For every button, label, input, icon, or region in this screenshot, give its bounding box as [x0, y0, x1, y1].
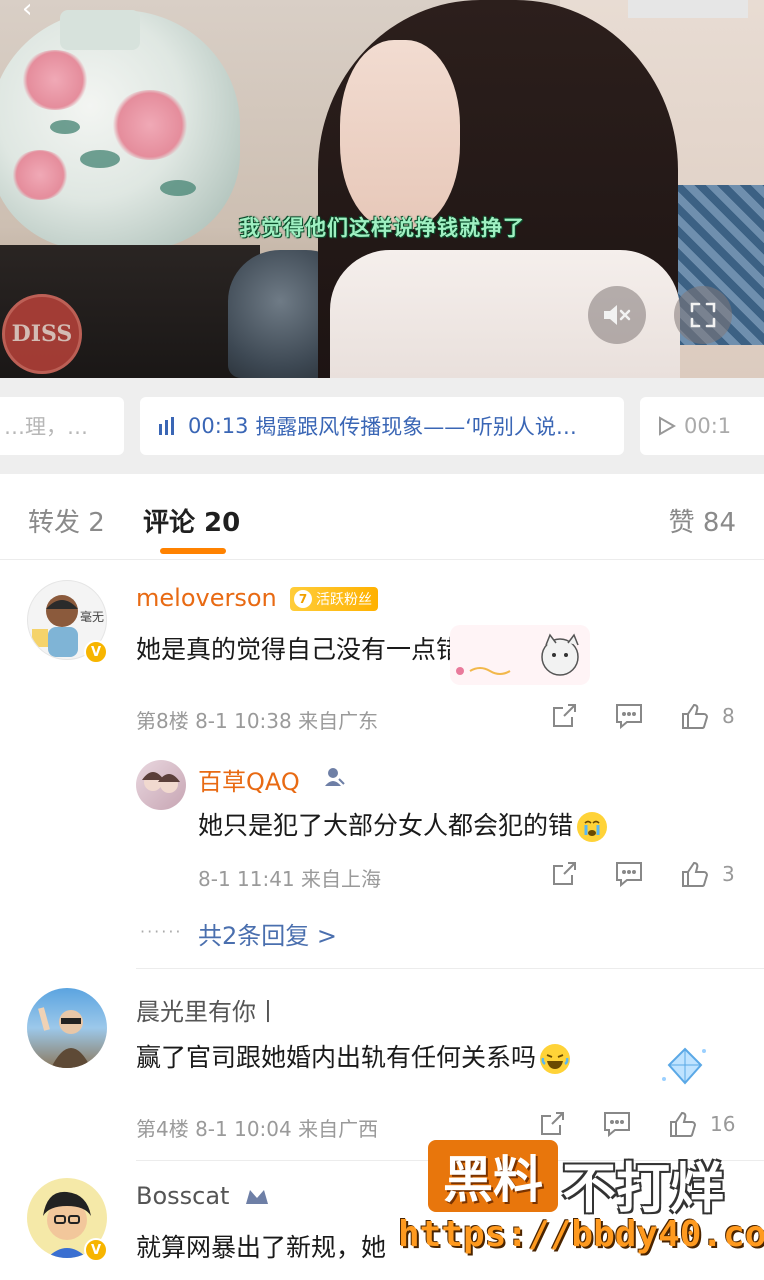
reply-button[interactable] — [614, 702, 644, 730]
chapter-chip-active[interactable]: 00:13 揭露跟风传播现象——‘听别人说… — [140, 397, 624, 455]
reply-meta: 8-1 11:41 来自上海 — [198, 867, 382, 891]
comment-username[interactable]: meloverson — [136, 584, 277, 612]
comment-username[interactable]: 晨光里有你丨 — [136, 992, 280, 1027]
comment-text: 就算网暴出了新规，她 — [136, 1233, 387, 1262]
play-icon — [659, 416, 676, 436]
verified-badge-icon: V — [84, 1238, 108, 1262]
thumbs-up-icon — [670, 1111, 697, 1137]
comment-icon — [616, 862, 642, 888]
share-icon — [553, 704, 576, 727]
like-count: 16 — [710, 1112, 736, 1136]
share-button[interactable] — [538, 1110, 566, 1138]
tab-likes[interactable]: 赞 84 — [669, 502, 736, 539]
chapter-chip[interactable]: 00:1 — [640, 397, 764, 455]
more-replies-link[interactable]: 共2条回复 > — [198, 916, 337, 951]
comment-icon — [616, 704, 642, 730]
channel-logo: DISS — [2, 294, 82, 374]
watermark-badge: 黑料 — [428, 1140, 558, 1212]
member-icon — [246, 1190, 268, 1204]
active-tab-indicator — [160, 548, 226, 554]
reply-actions: 3 — [550, 860, 735, 888]
thumbs-up-icon — [682, 703, 709, 729]
chapter-time: 00:13 — [188, 414, 249, 438]
comment-meta: 第8楼 8-1 10:38 来自广东 — [136, 709, 379, 733]
comment-actions: 16 — [538, 1110, 735, 1138]
fullscreen-button[interactable] — [674, 286, 732, 344]
mute-icon — [604, 305, 631, 325]
tab-forward[interactable]: 转发 2 — [28, 502, 105, 539]
verified-badge-icon: V — [84, 640, 108, 664]
reply-text: 她只是犯了大部分女人都会犯的错 — [198, 806, 608, 842]
comment-divider — [136, 968, 764, 969]
fan-badge-label: 活跃粉丝 — [316, 592, 372, 608]
fan-badge: 7 活跃粉丝 — [290, 587, 378, 611]
diamond-sticker-icon — [662, 1047, 706, 1085]
video-player[interactable]: ‹ 我觉得他们这样说挣钱就挣了 DISS — [0, 0, 764, 378]
back-icon[interactable]: ‹ — [22, 0, 32, 24]
fullscreen-icon — [690, 302, 716, 328]
watermark-text: 不打烊 — [562, 1157, 724, 1220]
comment-text: 她是真的觉得自己没有一点错 — [136, 635, 462, 664]
svg-text:毫无: 毫无 — [80, 609, 104, 624]
mute-button[interactable] — [588, 286, 646, 344]
chapter-chip[interactable]: …理，… — [0, 397, 124, 455]
share-icon — [553, 862, 576, 885]
watermark-url: https://bbdy40.com — [398, 1214, 764, 1255]
comment-username[interactable]: Bosscat — [136, 1182, 229, 1210]
like-button[interactable]: 8 — [680, 702, 735, 730]
like-button[interactable]: 16 — [668, 1110, 735, 1138]
video-subtitle: 我觉得他们这样说挣钱就挣了 — [239, 216, 525, 240]
chapter-label: 揭露跟风传播现象——‘听别人说… — [255, 415, 577, 439]
author-icon — [325, 768, 345, 786]
thumbs-up-icon — [682, 861, 709, 887]
comment-icon — [604, 1112, 630, 1138]
like-button[interactable]: 3 — [680, 860, 735, 888]
chapter-time: 00:1 — [684, 414, 732, 438]
share-icon — [541, 1112, 564, 1135]
cat-sticker-icon — [450, 625, 590, 685]
tab-comments[interactable]: 评论 20 — [143, 502, 240, 539]
share-button[interactable] — [550, 702, 578, 730]
laughing-emoji-icon — [540, 1044, 571, 1074]
reply-button[interactable] — [602, 1110, 632, 1138]
comment-actions: 8 — [550, 702, 735, 730]
fan-level: 7 — [294, 590, 312, 608]
reply-button[interactable] — [614, 860, 644, 888]
more-replies-dots: ······ — [140, 922, 183, 941]
avatar[interactable] — [27, 988, 107, 1068]
share-button[interactable] — [550, 860, 578, 888]
comment-meta: 第4楼 8-1 10:04 来自广西 — [136, 1117, 379, 1141]
like-count: 8 — [722, 704, 735, 728]
chapter-label: …理，… — [4, 415, 88, 439]
crying-emoji-icon — [577, 812, 608, 842]
audio-bars-icon — [159, 417, 174, 435]
comment-text: 赢了官司跟她婚内出轨有任何关系吗 — [136, 1038, 571, 1074]
reply-username[interactable]: 百草QAQ — [198, 762, 300, 797]
reply-avatar[interactable] — [136, 760, 186, 810]
like-count: 3 — [722, 862, 735, 886]
chapter-strip: …理，… 00:13 揭露跟风传播现象——‘听别人说… 00:1 — [0, 378, 764, 474]
tab-bar: 转发 2 评论 20 赞 84 — [0, 474, 764, 560]
